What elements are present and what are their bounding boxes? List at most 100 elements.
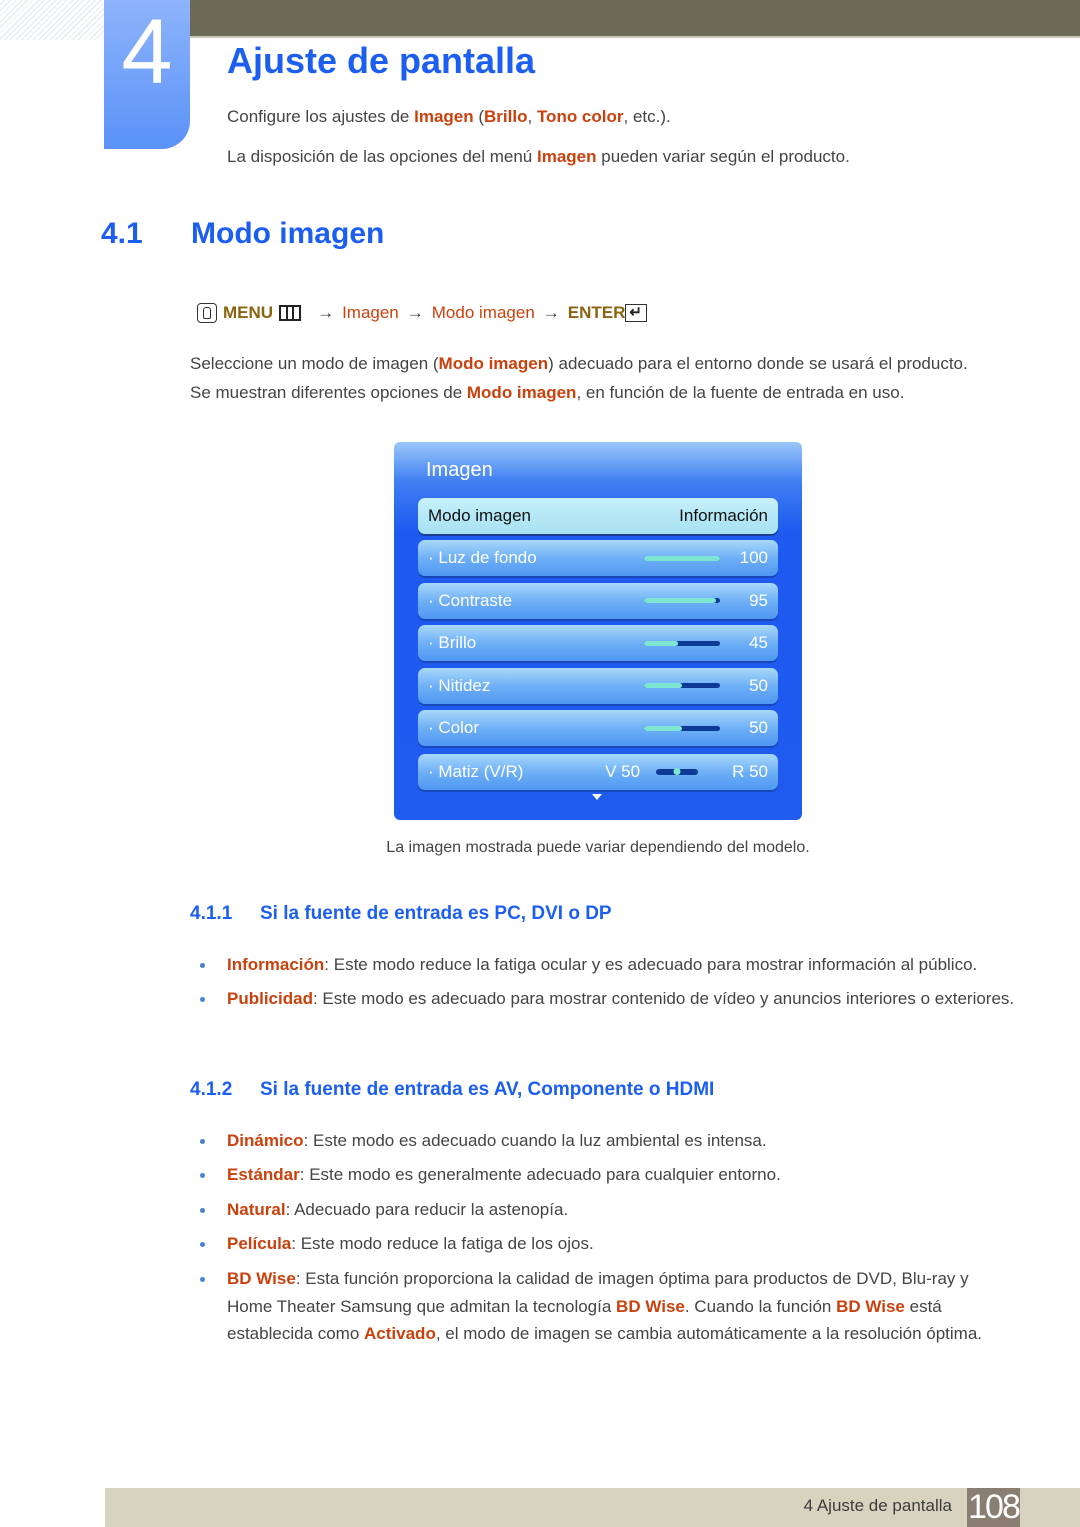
highlighted-term: Tono color bbox=[536, 107, 624, 126]
osd-row-slider[interactable]: · Nitidez 50 bbox=[418, 667, 778, 704]
osd-slider-fill bbox=[644, 640, 679, 646]
text-run: : Adecuado para reducir la astenopía. bbox=[285, 1200, 569, 1219]
osd-row-matiz[interactable]: · Matiz (V/R) V 50 R 50 bbox=[418, 754, 778, 790]
menu-step-modo-imagen: Modo imagen bbox=[431, 303, 535, 322]
list-item: Información: Este modo reduce la fatiga … bbox=[200, 951, 1017, 979]
menu-path: MENU → Imagen → Modo imagen → ENTER bbox=[197, 303, 648, 323]
arrow-icon: → bbox=[317, 303, 335, 322]
osd-slider-fill bbox=[644, 598, 717, 603]
subsection-number: 4.1.2 bbox=[190, 1079, 233, 1100]
menu-label: MENU bbox=[223, 303, 274, 322]
highlighted-term: Publicidad bbox=[227, 989, 313, 1008]
subsection-title-2: 4.1.2 Si la fuente de entrada es AV, Comp… bbox=[190, 1079, 714, 1101]
subsection-title-text: Si la fuente de entrada es AV, Component… bbox=[260, 1079, 715, 1100]
decorative-hatch bbox=[0, 0, 105, 40]
osd-row-value: 50 bbox=[749, 675, 768, 695]
image-caption: La imagen mostrada puede variar dependie… bbox=[386, 839, 810, 856]
osd-slider-fill bbox=[644, 725, 682, 731]
text-run: Configure los ajustes de bbox=[227, 107, 415, 126]
section-number: 4.1 bbox=[101, 217, 143, 250]
text-run: : Este modo reduce la fatiga de los ojos… bbox=[291, 1234, 594, 1253]
osd-slider-fill bbox=[644, 683, 682, 688]
footer-chapter-label: 4 Ajuste de pantalla bbox=[803, 1496, 952, 1515]
osd-row-modo-imagen[interactable]: Modo imagen Información bbox=[418, 498, 778, 534]
list-item: Película: Este modo reduce la fatiga de … bbox=[200, 1230, 1017, 1258]
text-run: ( bbox=[473, 107, 485, 126]
down-triangle-icon bbox=[592, 794, 602, 800]
arrow-icon: → bbox=[542, 303, 560, 322]
osd-menu-screenshot: Imagen Modo imagen Información · Luz de … bbox=[394, 442, 802, 820]
subsection-title-text: Si la fuente de entrada es PC, DVI o DP bbox=[260, 903, 612, 924]
highlighted-term: BD Wise bbox=[227, 1269, 296, 1288]
tint-slider[interactable] bbox=[656, 768, 699, 775]
header-bar bbox=[190, 0, 1080, 38]
tint-slider-knob[interactable] bbox=[673, 768, 681, 775]
remote-icon bbox=[197, 303, 217, 323]
highlighted-term: Activado bbox=[364, 1324, 436, 1343]
osd-slider[interactable] bbox=[644, 683, 720, 688]
text-run: : Este modo es adecuado para mostrar con… bbox=[312, 989, 1015, 1008]
subsection-number: 4.1.1 bbox=[190, 903, 233, 924]
enter-icon bbox=[625, 303, 648, 322]
osd-row-slider[interactable]: · Brillo 45 bbox=[418, 625, 778, 661]
osd-slider[interactable] bbox=[644, 598, 720, 603]
highlighted-term: BD Wise bbox=[836, 1296, 905, 1316]
tint-left-value: V 50 bbox=[605, 762, 641, 781]
section-paragraph-2: Se muestran diferentes opciones de Modo … bbox=[190, 383, 904, 403]
text-run: : Este modo es adecuado cuando la luz am… bbox=[303, 1131, 767, 1150]
osd-slider[interactable] bbox=[644, 640, 720, 646]
osd-slider[interactable] bbox=[644, 725, 720, 731]
list-item: Publicidad: Este modo es adecuado para m… bbox=[200, 985, 1017, 1013]
page-footer: 4 Ajuste de pantalla 108 bbox=[105, 1488, 1080, 1527]
highlighted-term: Estándar bbox=[227, 1165, 300, 1184]
text-run: : Este modo es generalmente adecuado par… bbox=[299, 1165, 781, 1184]
osd-row-value: 45 bbox=[749, 633, 768, 652]
osd-row-value: Información bbox=[679, 506, 768, 525]
osd-row-label: · Matiz (V/R) bbox=[428, 762, 524, 781]
highlighted-term: BD Wise bbox=[616, 1296, 685, 1316]
section-paragraph-1: Seleccione un modo de imagen (Modo image… bbox=[190, 354, 968, 374]
osd-row-label: · Brillo bbox=[428, 633, 477, 652]
text-run: Se muestran diferentes opciones de bbox=[190, 383, 467, 402]
osd-row-slider[interactable]: · Contraste 95 bbox=[418, 582, 778, 619]
osd-title: Imagen bbox=[426, 459, 493, 481]
highlighted-term: Modo imagen bbox=[466, 383, 577, 402]
text-run: . Cuando la función bbox=[684, 1296, 837, 1316]
osd-slider-fill bbox=[644, 555, 720, 561]
section-title-text: Modo imagen bbox=[191, 217, 385, 250]
list-item: Dinámico: Este modo es adecuado cuando l… bbox=[200, 1127, 1017, 1155]
text-run: pueden variar según el producto. bbox=[596, 147, 850, 166]
text-run: , en función de la fuente de entrada en … bbox=[576, 383, 905, 402]
osd-row-value: 100 bbox=[739, 548, 768, 567]
intro-line-1: Configure los ajustes de Imagen (Brillo,… bbox=[227, 107, 671, 127]
list-item: Estándar: Este modo es generalmente adec… bbox=[200, 1161, 1017, 1189]
subsection-title-1: 4.1.1 Si la fuente de entrada es PC, DVI … bbox=[190, 903, 612, 925]
osd-row-label: Modo imagen bbox=[428, 506, 532, 525]
highlighted-term: Dinámico bbox=[227, 1131, 304, 1150]
menu-icon bbox=[279, 305, 302, 321]
osd-row-label: · Nitidez bbox=[428, 675, 491, 695]
osd-row-label: · Luz de fondo bbox=[428, 548, 537, 567]
text-run: La disposición de las opciones del menú bbox=[227, 147, 537, 166]
osd-row-slider[interactable]: · Color 50 bbox=[418, 710, 778, 746]
text-run: , bbox=[527, 107, 537, 126]
osd-slider[interactable] bbox=[644, 555, 720, 561]
osd-row-label: · Contraste bbox=[428, 590, 513, 610]
arrow-icon: → bbox=[406, 303, 424, 322]
highlighted-term: Película bbox=[227, 1234, 292, 1253]
osd-row-value: 95 bbox=[749, 590, 768, 610]
osd-row-value: 50 bbox=[749, 718, 768, 737]
chapter-number-badge: 4 bbox=[104, 0, 190, 149]
highlighted-term: Natural bbox=[227, 1200, 286, 1219]
page-number: 108 bbox=[967, 1488, 1021, 1527]
osd-row-slider[interactable]: · Luz de fondo 100 bbox=[418, 540, 778, 576]
list-item: BD Wise: Esta función proporciona la cal… bbox=[200, 1265, 1017, 1348]
enter-label: ENTER bbox=[567, 303, 626, 322]
chapter-title: Ajuste de pantalla bbox=[227, 40, 536, 81]
highlighted-term: Modo imagen bbox=[438, 354, 549, 373]
list-item: Natural: Adecuado para reducir la asteno… bbox=[200, 1196, 1017, 1224]
text-run: : Este modo reduce la fatiga ocular y es… bbox=[324, 955, 978, 974]
text-run: Seleccione un modo de imagen ( bbox=[190, 354, 439, 373]
text-run: ) adecuado para el entorno donde se usar… bbox=[548, 354, 968, 373]
highlighted-term: Brillo bbox=[484, 107, 528, 126]
